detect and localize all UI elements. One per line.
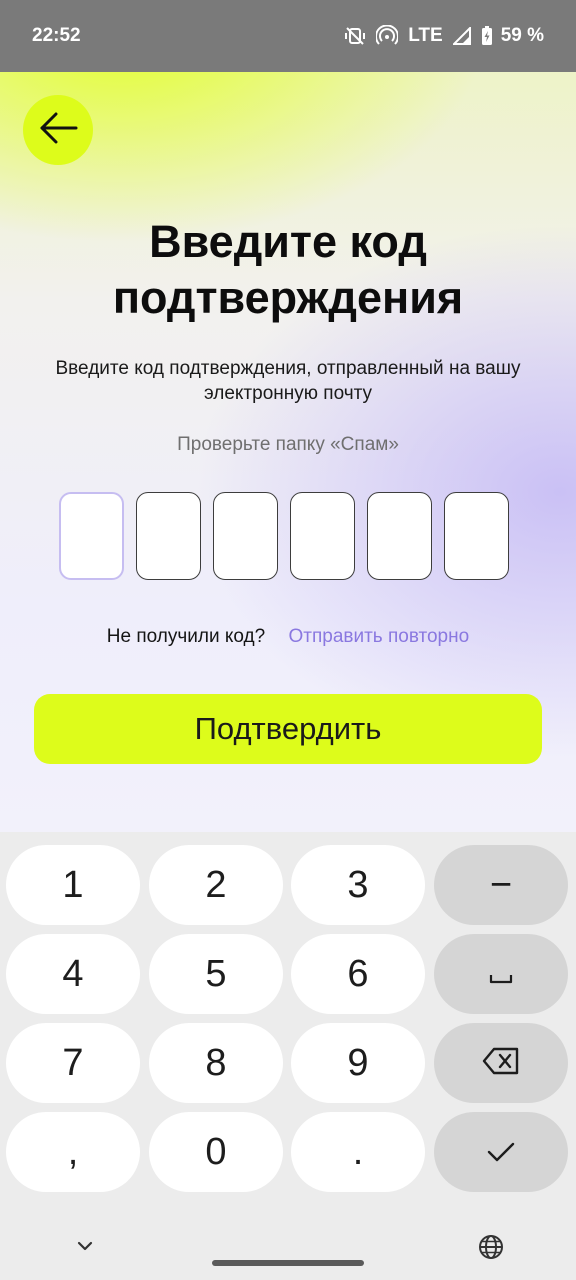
key-0[interactable]: 0	[149, 1112, 283, 1192]
spam-hint: Проверьте папку «Спам»	[177, 434, 399, 455]
key-done[interactable]	[434, 1112, 568, 1192]
code-input-group	[59, 492, 509, 580]
key-3[interactable]: 3	[291, 845, 425, 925]
space-icon	[489, 953, 513, 996]
code-digit-2[interactable]	[136, 492, 201, 580]
navigation-handle[interactable]	[212, 1260, 364, 1266]
status-bar: 22:52 LTE 59 %	[0, 0, 576, 72]
hotspot-icon	[376, 25, 399, 47]
key-8[interactable]: 8	[149, 1023, 283, 1103]
verification-screen: Введите код подтверждения Введите код по…	[0, 72, 576, 832]
screen: 22:52 LTE 59 % Введите код подтверждения…	[0, 0, 576, 1280]
key-1[interactable]: 1	[6, 845, 140, 925]
language-button[interactable]	[478, 1234, 504, 1265]
code-digit-6[interactable]	[444, 492, 509, 580]
key-6[interactable]: 6	[291, 934, 425, 1014]
code-digit-1[interactable]	[59, 492, 124, 580]
key-period[interactable]: .	[291, 1112, 425, 1192]
confirm-button[interactable]: Подтвердить	[34, 694, 542, 764]
hide-keyboard-button[interactable]	[72, 1234, 98, 1263]
key-minus[interactable]: −	[434, 845, 568, 925]
network-type: LTE	[408, 25, 443, 46]
code-digit-3[interactable]	[213, 492, 278, 580]
resend-link[interactable]: Отправить повторно	[288, 626, 469, 647]
check-icon	[486, 1131, 516, 1174]
key-comma[interactable]: ,	[6, 1112, 140, 1192]
resend-row: Не получили код? Отправить повторно	[0, 626, 576, 648]
backspace-icon	[482, 1042, 520, 1085]
code-digit-5[interactable]	[367, 492, 432, 580]
signal-icon	[452, 27, 471, 45]
key-backspace[interactable]	[434, 1023, 568, 1103]
key-2[interactable]: 2	[149, 845, 283, 925]
status-icons: LTE 59 %	[344, 25, 544, 47]
status-time: 22:52	[32, 25, 81, 46]
chevron-down-icon	[72, 1241, 98, 1262]
battery-charging-icon	[481, 26, 493, 46]
globe-icon	[478, 1235, 504, 1264]
key-space[interactable]	[434, 934, 568, 1014]
vibrate-off-icon	[344, 25, 366, 47]
key-5[interactable]: 5	[149, 934, 283, 1014]
numeric-keyboard: 1 2 3 − 4 5 6 7 8 9 , 0 .	[0, 832, 576, 1280]
key-7[interactable]: 7	[6, 1023, 140, 1103]
resend-question: Не получили код?	[106, 626, 266, 647]
page-title: Введите код подтверждения	[112, 216, 464, 323]
back-button[interactable]	[23, 95, 93, 165]
key-4[interactable]: 4	[6, 934, 140, 1014]
page-subtitle: Введите код подтверждения, отправленный …	[55, 358, 521, 404]
battery-percent: 59 %	[500, 25, 544, 46]
code-digit-4[interactable]	[290, 492, 355, 580]
key-9[interactable]: 9	[291, 1023, 425, 1103]
arrow-left-icon	[36, 106, 80, 155]
